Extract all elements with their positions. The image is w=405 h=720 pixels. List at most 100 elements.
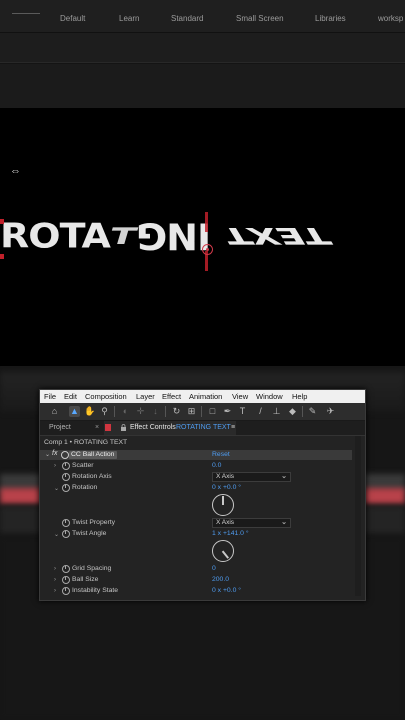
param-label: Grid Spacing	[72, 565, 112, 572]
twist-property-dropdown[interactable]: X Axis ⌄	[212, 518, 291, 528]
instability-state-value[interactable]: 0 x +0.0 °	[212, 587, 241, 594]
home-icon[interactable]: ⌂	[49, 406, 60, 417]
menu-window[interactable]: Window	[256, 392, 283, 401]
viewer-header	[0, 64, 405, 108]
scatter-value[interactable]: 0.0	[212, 462, 221, 469]
twirl-arrow-icon[interactable]: ›	[54, 566, 56, 572]
orbit-tool-icon[interactable]: ◐	[120, 406, 131, 417]
zoom-tool-icon[interactable]: ⚲	[99, 406, 110, 417]
workspace-tab-workspace[interactable]: worksp	[378, 14, 403, 23]
stopwatch-icon[interactable]	[62, 473, 70, 481]
rotation-axis-dropdown[interactable]: X Axis ⌄	[212, 472, 291, 482]
type-tool-icon[interactable]: T	[237, 406, 248, 417]
text-segment-1: ROTA	[0, 216, 111, 256]
workspace-divider	[12, 13, 40, 14]
panel-scrollbar[interactable]	[355, 436, 361, 596]
stopwatch-icon[interactable]	[62, 462, 70, 470]
twirl-arrow-open-icon[interactable]: ⌄	[54, 531, 59, 538]
twirl-arrow-icon[interactable]: ›	[54, 463, 56, 469]
menu-help[interactable]: Help	[292, 392, 307, 401]
rotation-tool-icon[interactable]: ↻	[171, 406, 182, 417]
clone-stamp-tool-icon[interactable]: ⊥	[271, 406, 282, 417]
brush-tool-icon[interactable]: /	[255, 406, 266, 417]
stopwatch-icon[interactable]	[62, 530, 70, 538]
twist-angle-value[interactable]: 1 x +141.0 °	[212, 530, 249, 537]
stopwatch-icon[interactable]	[62, 565, 70, 573]
menu-bar: File Edit Composition Layer Effect Anima…	[40, 390, 365, 403]
text-segment-2: T	[106, 222, 139, 250]
dolly-tool-icon[interactable]: ↓	[150, 406, 161, 417]
menu-edit[interactable]: Edit	[64, 392, 77, 401]
breadcrumb: Comp 1 • ROTATING TEXT	[44, 439, 128, 446]
param-row-rotation: ⌄ Rotation 0 x +0.0 °	[40, 483, 352, 493]
grid-spacing-value[interactable]: 0	[212, 565, 216, 572]
tab-close-icon[interactable]: ×	[95, 424, 99, 431]
effect-name: CC Ball Action	[71, 451, 115, 458]
fx-toggle-icon[interactable]: fx	[52, 450, 57, 457]
tab-project[interactable]: Project	[49, 424, 71, 431]
rectangle-tool-icon[interactable]: □	[207, 406, 218, 417]
menu-animation[interactable]: Animation	[189, 392, 222, 401]
expand-arrow-icon[interactable]: ⌄	[45, 451, 50, 458]
effect-header-row[interactable]: ⌄ fx CC Ball Action Reset	[40, 450, 352, 460]
param-row-scatter: › Scatter 0.0	[40, 461, 352, 471]
composition-viewer[interactable]: ⇔ ROTATING TEXT	[0, 108, 405, 366]
tab-layer-name: ROTATING TEXT	[176, 424, 231, 431]
rotation-angle-dial[interactable]	[212, 494, 234, 516]
menu-composition[interactable]: Composition	[85, 392, 127, 401]
pan-tool-icon[interactable]: ✛	[135, 406, 146, 417]
workspace-tab-libraries[interactable]: Libraries	[315, 14, 346, 23]
hand-tool-icon[interactable]: ✋	[84, 406, 95, 417]
chevron-down-icon: ⌄	[281, 473, 287, 480]
pen-tool-icon[interactable]: ✒	[222, 406, 233, 417]
param-row-instability-state: › Instability State 0 x +0.0 °	[40, 586, 352, 596]
rotation-axis-selected: X Axis	[216, 473, 235, 480]
workspace-bar: Default Learn Standard Small Screen Libr…	[0, 0, 405, 33]
workspace-tab-default[interactable]: Default	[60, 14, 85, 23]
stopwatch-icon[interactable]	[62, 587, 70, 595]
menu-layer[interactable]: Layer	[136, 392, 155, 401]
lock-icon[interactable]	[120, 424, 127, 431]
param-label: Twist Property	[72, 519, 116, 526]
twirl-arrow-icon[interactable]: ›	[54, 588, 56, 594]
workspace-tab-standard[interactable]: Standard	[171, 14, 203, 23]
header-band	[0, 33, 405, 63]
eraser-tool-icon[interactable]: ◆	[287, 406, 298, 417]
ball-size-value[interactable]: 200.0	[212, 576, 229, 583]
param-label: Rotation Axis	[72, 473, 112, 480]
layer-handle-bottom-left[interactable]	[0, 254, 4, 259]
panel-menu-icon[interactable]: ≡	[231, 424, 235, 431]
menu-view[interactable]: View	[232, 392, 248, 401]
rotating-text-layer[interactable]: ROTATING TEXT	[0, 214, 336, 258]
roto-brush-tool-icon[interactable]: ✎	[307, 406, 318, 417]
twist-angle-dial[interactable]	[212, 540, 234, 562]
toolbar-separator	[302, 406, 303, 417]
puppet-pin-tool-icon[interactable]: ✈	[325, 406, 336, 417]
pan-behind-tool-icon[interactable]: ⊞	[186, 406, 197, 417]
stopwatch-icon[interactable]	[62, 519, 70, 527]
selection-tool-icon[interactable]: ▲	[69, 406, 80, 417]
header-divider	[0, 62, 405, 63]
effect-stopwatch-icon[interactable]	[61, 451, 69, 459]
param-label: Twist Angle	[72, 530, 107, 537]
twirl-arrow-open-icon[interactable]: ⌄	[54, 485, 59, 492]
anchor-point-icon[interactable]	[202, 244, 213, 255]
dial-needle	[222, 496, 224, 505]
workspace-tab-small-screen[interactable]: Small Screen	[236, 14, 284, 23]
menu-effect[interactable]: Effect	[162, 392, 181, 401]
menu-file[interactable]: File	[44, 392, 56, 401]
stopwatch-icon[interactable]	[62, 576, 70, 584]
workspace-tab-learn[interactable]: Learn	[119, 14, 139, 23]
tools-toolbar: ⌂ ▲ ✋ ⚲ ◐ ✛ ↓ ↻ ⊞ □ ✒ T / ⊥ ◆ ✎ ✈	[40, 403, 365, 421]
toolbar-separator	[114, 406, 115, 417]
link-cursor-icon: ⇔	[10, 165, 21, 177]
layer-handle-top-left[interactable]	[0, 219, 4, 224]
layer-color-label	[105, 424, 111, 431]
twirl-arrow-icon[interactable]: ›	[54, 577, 56, 583]
rotation-value[interactable]: 0 x +0.0 °	[212, 484, 241, 491]
layer-handle-top-center[interactable]	[205, 212, 208, 232]
param-row-twist-angle: ⌄ Twist Angle 1 x +141.0 °	[40, 529, 352, 539]
effect-reset-link[interactable]: Reset	[212, 451, 230, 458]
stopwatch-icon[interactable]	[62, 484, 70, 492]
panel-tabs: Project × Effect Controls ROTATING TEXT …	[40, 421, 365, 436]
